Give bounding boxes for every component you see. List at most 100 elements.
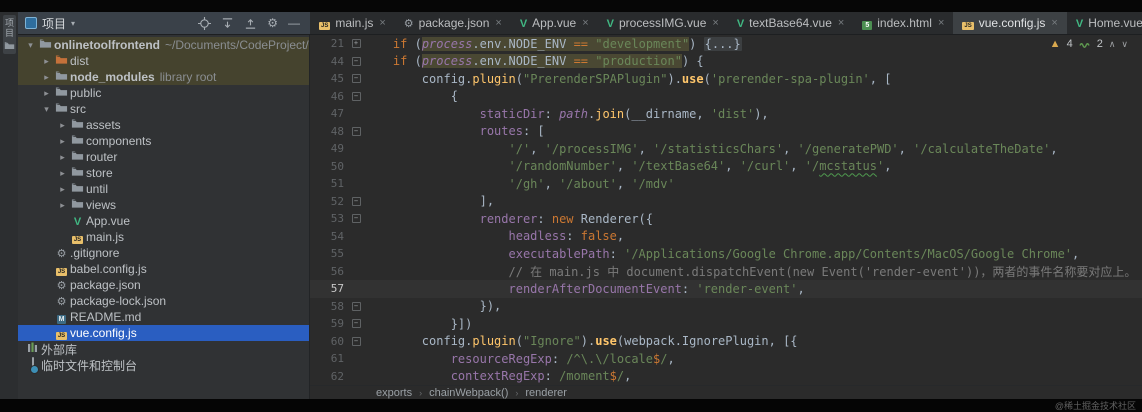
tree-row-store[interactable]: ▸ store <box>18 165 309 181</box>
fold-marker-icon[interactable]: − <box>348 74 364 84</box>
chevron-collapsed-icon[interactable]: ▸ <box>56 120 69 131</box>
line-number: 21 <box>330 37 344 51</box>
tree-row-临时文件和控制台[interactable]: 临时文件和控制台 <box>18 357 309 373</box>
code-line-57[interactable]: 57 renderAfterDocumentEvent: 'render-eve… <box>310 280 1142 298</box>
chevron-collapsed-icon[interactable]: ▸ <box>56 152 69 163</box>
code-token: : [ <box>522 124 545 139</box>
code-token: plugin <box>472 334 516 349</box>
chevron-collapsed-icon[interactable]: ▸ <box>40 88 53 99</box>
chevron-collapsed-icon[interactable]: ▸ <box>56 184 69 195</box>
tree-row-main.js[interactable]: JS main.js <box>18 229 309 245</box>
tree-row-package.json[interactable]: ⚙ package.json <box>18 277 309 293</box>
close-icon[interactable]: × <box>1051 17 1057 29</box>
fold-marker-icon[interactable]: − <box>348 91 364 101</box>
code-line-51[interactable]: 51 '/gh', '/about', '/mdv' <box>310 175 1142 193</box>
code-line-54[interactable]: 54 headless: false, <box>310 228 1142 246</box>
tree-row-public[interactable]: ▸ public <box>18 85 309 101</box>
code-line-44[interactable]: 44− if (process.env.NODE_ENV == "product… <box>310 53 1142 71</box>
chevron-down-icon[interactable]: ∨ <box>1121 39 1128 50</box>
fold-marker-icon[interactable]: + <box>348 39 364 49</box>
tree-row-assets[interactable]: ▸ assets <box>18 117 309 133</box>
close-icon[interactable]: × <box>938 17 944 29</box>
code-line-45[interactable]: 45− config.plugin("PrerenderSPAPlugin").… <box>310 70 1142 88</box>
fold-marker-icon[interactable]: − <box>348 56 364 66</box>
locate-icon[interactable] <box>198 16 212 30</box>
line-number: 57 <box>330 282 344 296</box>
fold-marker-icon[interactable]: − <box>348 336 364 346</box>
chevron-collapsed-icon[interactable]: ▸ <box>40 56 53 67</box>
tree-row-babel.config.js[interactable]: JS babel.config.js <box>18 261 309 277</box>
code-line-48[interactable]: 48− routes: [ <box>310 123 1142 141</box>
tree-row-package-lock.json[interactable]: ⚙ package-lock.json <box>18 293 309 309</box>
chevron-down-icon[interactable]: ▾ <box>71 19 75 28</box>
fold-marker-icon[interactable]: − <box>348 301 364 311</box>
project-stripe-button[interactable]: 项目 <box>2 15 16 54</box>
expand-all-icon[interactable] <box>221 17 234 30</box>
chevron-up-icon[interactable]: ∧ <box>1109 39 1116 50</box>
tree-row-外部库[interactable]: 外部库 <box>18 341 309 357</box>
code-line-49[interactable]: 49 '/', '/processIMG', '/statisticsChars… <box>310 140 1142 158</box>
chevron-expanded-icon[interactable]: ▾ <box>24 40 37 51</box>
code-token: : <box>609 246 625 261</box>
code-token: /^\.\/locale <box>566 351 654 366</box>
tree-row-App.vue[interactable]: V App.vue <box>18 213 309 229</box>
tree-row-router[interactable]: ▸ router <box>18 149 309 165</box>
chevron-collapsed-icon[interactable]: ▸ <box>56 168 69 179</box>
inspections-widget[interactable]: ▲ 4 2 ∧ ∨ <box>1050 38 1128 50</box>
close-icon[interactable]: × <box>838 17 844 29</box>
code-line-53[interactable]: 53− renderer: new Renderer({ <box>310 210 1142 228</box>
breadcrumb-item[interactable]: renderer <box>525 387 567 399</box>
code-line-61[interactable]: 61 resourceRegExp: /^\.\/locale$/, <box>310 350 1142 368</box>
editor-tab-processIMG.vue[interactable]: VprocessIMG.vue × <box>598 12 728 34</box>
tree-row-.gitignore[interactable]: ⚙ .gitignore <box>18 245 309 261</box>
code-line-50[interactable]: 50 '/randomNumber', '/textBase64', '/cur… <box>310 158 1142 176</box>
fold-marker-icon[interactable]: − <box>348 319 364 329</box>
fold-marker-icon[interactable]: − <box>348 196 364 206</box>
code-line-52[interactable]: 52− ], <box>310 193 1142 211</box>
code-line-62[interactable]: 62 contextRegExp: /moment$/, <box>310 368 1142 386</box>
settings-icon[interactable]: ⚙ <box>267 17 278 29</box>
breadcrumb-item[interactable]: exports <box>376 387 412 399</box>
chevron-collapsed-icon[interactable]: ▸ <box>56 200 69 211</box>
tree-row-until[interactable]: ▸ until <box>18 181 309 197</box>
editor-tab-main.js[interactable]: JS main.js × <box>310 12 395 34</box>
code-line-47[interactable]: 47 staticDir: path.join(__dirname, 'dist… <box>310 105 1142 123</box>
code-line-46[interactable]: 46− { <box>310 88 1142 106</box>
editor-tab-package.json[interactable]: ⚙ package.json × <box>395 12 511 34</box>
code-line-60[interactable]: 60− config.plugin("Ignore").use(webpack.… <box>310 333 1142 351</box>
tree-row-vue.config.js[interactable]: JS vue.config.js <box>18 325 309 341</box>
code-line-58[interactable]: 58− }), <box>310 298 1142 316</box>
breadcrumb-item[interactable]: chainWebpack() <box>429 387 508 399</box>
tree-row-node_modules[interactable]: ▸ node_modules library root <box>18 69 309 85</box>
editor-tab-App.vue[interactable]: V App.vue × <box>511 12 598 34</box>
code-line-55[interactable]: 55 executablePath: '/Applications/Google… <box>310 245 1142 263</box>
close-icon[interactable]: × <box>379 17 385 29</box>
editor-tab-vue.config.js[interactable]: JS vue.config.js × <box>953 12 1067 34</box>
tree-row-components[interactable]: ▸ components <box>18 133 309 149</box>
tree-row-src[interactable]: ▾ src <box>18 101 309 117</box>
tree-row-views[interactable]: ▸ views <box>18 197 309 213</box>
code-line-59[interactable]: 59− }]) <box>310 315 1142 333</box>
hide-panel-icon[interactable]: — <box>288 17 300 29</box>
chevron-collapsed-icon[interactable]: ▸ <box>40 72 53 83</box>
code-token: headless <box>508 229 567 244</box>
close-icon[interactable]: × <box>582 17 588 29</box>
fold-marker-icon[interactable]: − <box>348 126 364 136</box>
tree-row-onlinetoolfrontend[interactable]: ▾ onlinetoolfrontend ~/Documents/CodeProje… <box>18 37 309 53</box>
chevron-collapsed-icon[interactable]: ▸ <box>56 136 69 147</box>
code-line-56[interactable]: 56 // 在 main.js 中 document.dispatchEvent… <box>310 263 1142 281</box>
editor-tab-textBase64.vue[interactable]: VtextBase64.vue × <box>728 12 854 34</box>
editor-tab-Home.vue[interactable]: VHome.vue× <box>1067 12 1142 34</box>
code-text: headless: false, <box>364 229 1142 243</box>
tree-row-dist[interactable]: ▸ dist <box>18 53 309 69</box>
code-editor[interactable]: ▲ 4 2 ∧ ∨ 21 + if (process.env.NODE_ENV =… <box>310 35 1142 385</box>
tree-row-README.md[interactable]: M README.md <box>18 309 309 325</box>
collapse-all-icon[interactable] <box>244 17 257 30</box>
close-icon[interactable]: × <box>712 17 718 29</box>
close-icon[interactable]: × <box>495 17 501 29</box>
editor-tab-index.html[interactable]: 5 index.html × <box>853 12 953 34</box>
fold-marker-icon[interactable]: − <box>348 214 364 224</box>
chevron-expanded-icon[interactable]: ▾ <box>40 104 53 115</box>
code-line-21[interactable]: 21 + if (process.env.NODE_ENV == "develop… <box>310 35 1142 53</box>
